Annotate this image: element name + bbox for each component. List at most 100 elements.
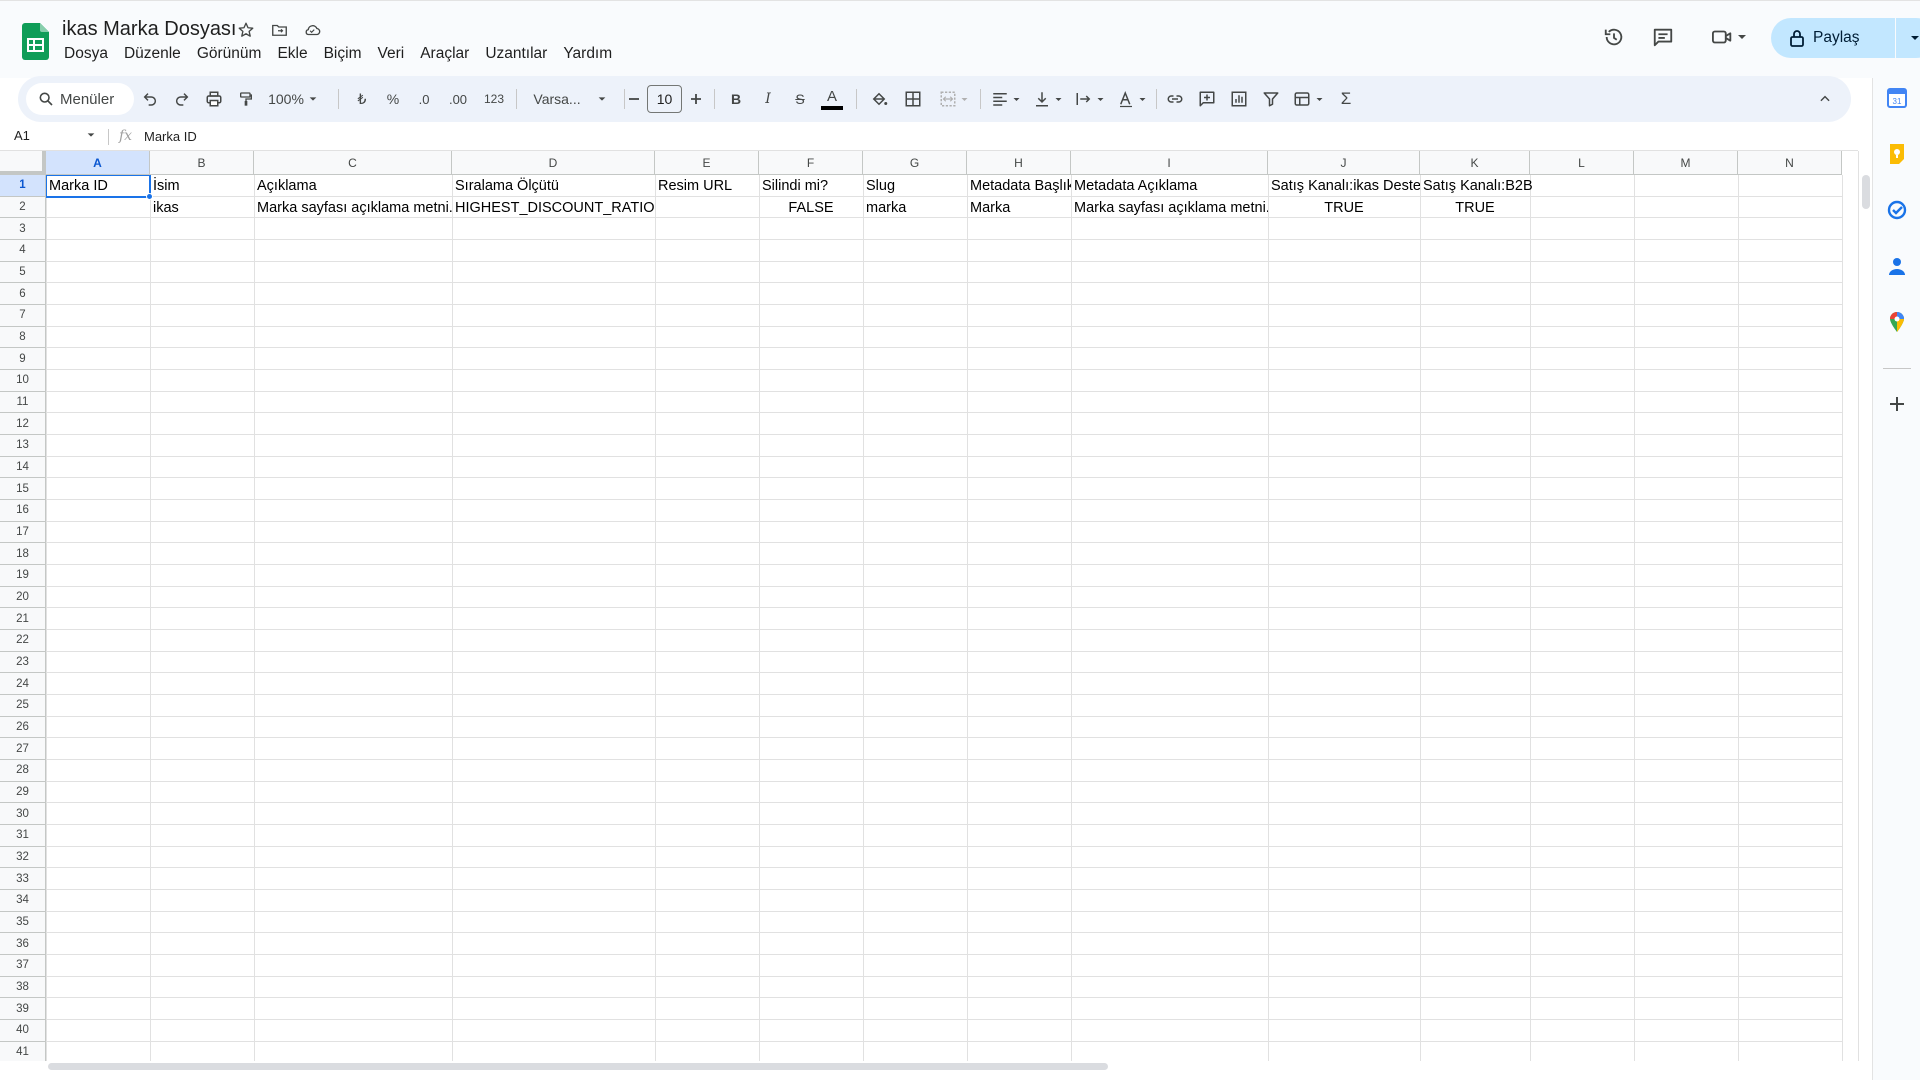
meet-call-button[interactable]	[1702, 21, 1756, 53]
cell-d1[interactable]: Sıralama Ölçütü	[452, 176, 655, 198]
horizontal-scrollbar[interactable]	[46, 1061, 1858, 1073]
merge-cells-icon[interactable]	[932, 76, 976, 122]
formula-input[interactable]: Marka ID	[144, 129, 197, 144]
cell-g2[interactable]: marka	[863, 198, 967, 220]
paint-format-icon[interactable]	[232, 76, 260, 122]
column-header-a[interactable]: A	[46, 151, 150, 175]
cell-g1[interactable]: Slug	[863, 176, 967, 198]
row-header-11[interactable]: 11	[0, 391, 46, 414]
cell-f2[interactable]: FALSE	[759, 198, 863, 220]
row-header-39[interactable]: 39	[0, 998, 46, 1021]
row-header-23[interactable]: 23	[0, 651, 46, 674]
column-header-g[interactable]: G	[863, 151, 967, 175]
column-header-c[interactable]: C	[254, 151, 452, 175]
row-header-22[interactable]: 22	[0, 630, 46, 652]
cell-f1[interactable]: Silindi mi?	[759, 176, 863, 198]
row-header-41[interactable]: 41	[0, 1041, 46, 1061]
row-header-4[interactable]: 4	[0, 240, 46, 262]
cell-c2[interactable]: Marka sayfası açıklama metni.	[254, 198, 452, 220]
row-header-27[interactable]: 27	[0, 738, 46, 761]
text-rotation-icon[interactable]	[1112, 76, 1152, 122]
row-header-31[interactable]: 31	[0, 825, 46, 847]
zoom-select[interactable]: 100%	[262, 76, 324, 122]
column-header-m[interactable]: M	[1634, 151, 1738, 175]
row-header-12[interactable]: 12	[0, 413, 46, 436]
bold-button[interactable]: B	[722, 76, 750, 122]
row-header-17[interactable]: 17	[0, 521, 46, 544]
menu-duzenle[interactable]: Düzenle	[116, 43, 189, 65]
column-header-b[interactable]: B	[150, 151, 254, 175]
select-all-corner[interactable]	[0, 151, 46, 175]
italic-button[interactable]: I	[754, 76, 782, 122]
row-header-7[interactable]: 7	[0, 305, 46, 327]
cell-i2[interactable]: Marka sayfası açıklama metni.	[1071, 198, 1268, 220]
cell-j1[interactable]: Satış Kanalı:ikas Destek	[1268, 176, 1420, 198]
share-button[interactable]: Paylaş	[1771, 18, 1920, 58]
row-header-28[interactable]: 28	[0, 760, 46, 782]
column-header-j[interactable]: J	[1268, 151, 1420, 175]
cell-h2[interactable]: Marka	[967, 198, 1071, 220]
cell-d2[interactable]: HIGHEST_DISCOUNT_RATIO	[452, 198, 658, 220]
menu-veri[interactable]: Veri	[369, 43, 412, 65]
cell-k2[interactable]: TRUE	[1420, 198, 1530, 220]
row-header-8[interactable]: 8	[0, 326, 46, 349]
row-header-6[interactable]: 6	[0, 283, 46, 305]
share-options-button[interactable]	[1896, 32, 1920, 44]
vertical-align-icon[interactable]	[1028, 76, 1068, 122]
row-header-38[interactable]: 38	[0, 976, 46, 999]
redo-icon[interactable]	[168, 76, 196, 122]
column-header-n[interactable]: N	[1738, 151, 1842, 175]
menu-araclar[interactable]: Araçlar	[412, 43, 477, 65]
document-title[interactable]: ikas Marka Dosyası	[62, 18, 237, 41]
undo-icon[interactable]	[136, 76, 164, 122]
name-box[interactable]: A1	[14, 128, 30, 143]
strikethrough-button[interactable]: S	[786, 76, 814, 122]
cell-e1[interactable]: Resim URL	[655, 176, 759, 198]
menu-gorunum[interactable]: Görünüm	[189, 43, 270, 65]
row-header-19[interactable]: 19	[0, 565, 46, 587]
cell-k1[interactable]: Satış Kanalı:B2B	[1420, 176, 1536, 198]
row-header-25[interactable]: 25	[0, 695, 46, 717]
row-header-10[interactable]: 10	[0, 370, 46, 392]
more-formats-button[interactable]: 123	[478, 76, 510, 122]
column-header-h[interactable]: H	[967, 151, 1071, 175]
cell-h1[interactable]: Metadata Başlık	[967, 176, 1071, 198]
row-header-34[interactable]: 34	[0, 890, 46, 912]
vertical-scroll-thumb[interactable]	[1862, 175, 1870, 209]
cell-b1[interactable]: İsim	[150, 176, 254, 198]
row-header-26[interactable]: 26	[0, 716, 46, 739]
horizontal-align-icon[interactable]	[986, 76, 1026, 122]
insert-chart-icon[interactable]	[1224, 76, 1254, 122]
row-header-15[interactable]: 15	[0, 478, 46, 501]
menu-uzantilar[interactable]: Uzantılar	[477, 43, 555, 65]
font-family-select[interactable]: Varsa...	[522, 76, 618, 122]
share-main[interactable]: Paylaş	[1771, 18, 1895, 58]
row-header-32[interactable]: 32	[0, 846, 46, 869]
percent-format-button[interactable]: %	[379, 76, 407, 122]
maps-icon[interactable]	[1885, 310, 1909, 334]
cell-c1[interactable]: Açıklama	[254, 176, 452, 198]
insert-comment-icon[interactable]	[1192, 76, 1222, 122]
row-header-1[interactable]: 1	[0, 175, 46, 197]
functions-button[interactable]: Σ	[1332, 76, 1360, 122]
cloud-saved-icon[interactable]	[301, 19, 323, 41]
row-header-35[interactable]: 35	[0, 911, 46, 934]
sheets-logo-icon[interactable]	[22, 23, 49, 60]
tasks-icon[interactable]	[1885, 198, 1909, 222]
currency-format-button[interactable]: ₺	[348, 76, 376, 122]
row-header-20[interactable]: 20	[0, 586, 46, 609]
vertical-scrollbar[interactable]	[1858, 151, 1872, 1061]
row-header-18[interactable]: 18	[0, 543, 46, 566]
cell-j2[interactable]: TRUE	[1268, 198, 1420, 220]
add-icon[interactable]	[1885, 392, 1909, 416]
font-size-input[interactable]: 10	[647, 85, 682, 113]
row-header-33[interactable]: 33	[0, 868, 46, 891]
column-header-i[interactable]: I	[1071, 151, 1268, 175]
star-icon[interactable]	[235, 19, 257, 41]
borders-icon[interactable]	[898, 76, 928, 122]
move-folder-icon[interactable]	[268, 19, 290, 41]
cell-b2[interactable]: ikas	[150, 198, 254, 220]
insert-link-icon[interactable]	[1160, 76, 1190, 122]
row-header-16[interactable]: 16	[0, 500, 46, 522]
version-history-icon[interactable]	[1597, 21, 1631, 53]
